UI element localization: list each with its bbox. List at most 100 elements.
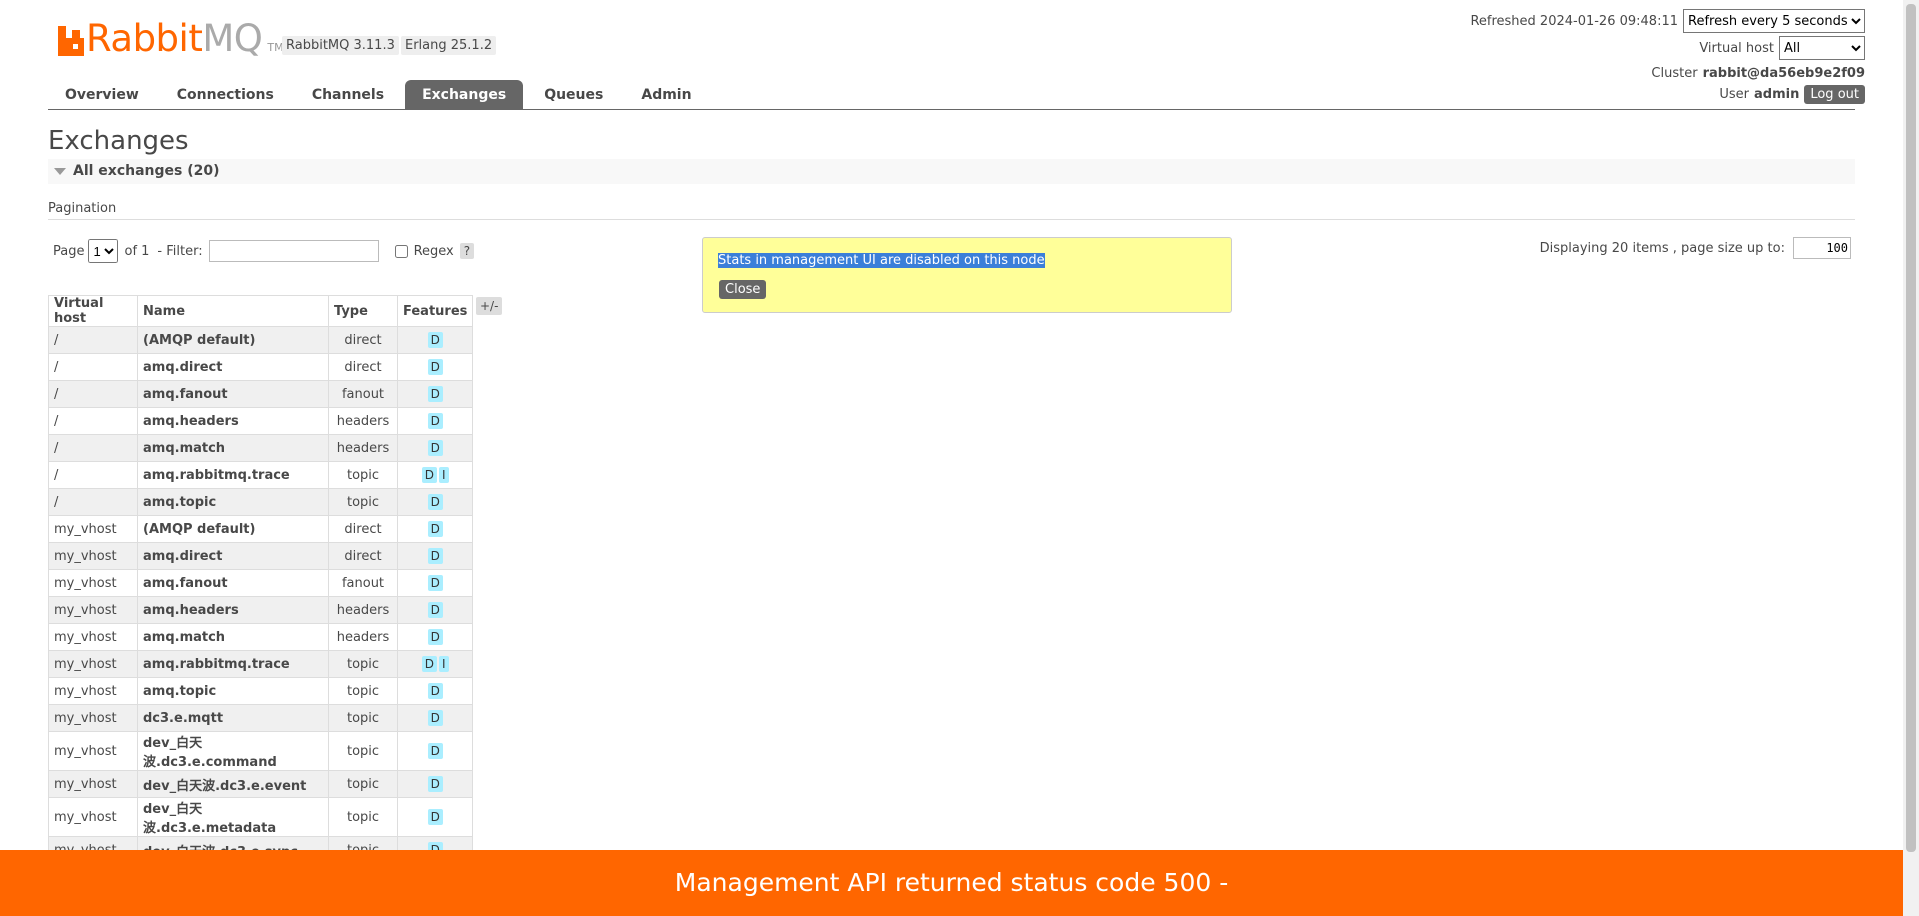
column-header-type[interactable]: Type (328, 295, 398, 327)
tab-channels[interactable]: Channels (295, 80, 401, 110)
tab-overview[interactable]: Overview (48, 80, 156, 110)
table-row[interactable]: my_vhost dev_白天波.dc3.e.metadata topic D (48, 797, 474, 837)
cell-exchange-name-link[interactable]: dev_白天波.dc3.e.command (137, 731, 329, 771)
table-row[interactable]: / amq.fanout fanout D (48, 380, 474, 408)
page-scrollbar[interactable] (1903, 0, 1919, 916)
cell-exchange-name-link[interactable]: amq.headers (137, 407, 329, 435)
table-row[interactable]: my_vhost amq.rabbitmq.trace topic D I (48, 650, 474, 678)
logout-button[interactable]: Log out (1804, 84, 1865, 104)
page-select[interactable]: 1 (88, 239, 119, 263)
stats-disabled-notice: Stats in management UI are disabled on t… (702, 237, 1232, 313)
cell-exchange-name-link[interactable]: amq.rabbitmq.trace (137, 461, 329, 489)
cell-type: topic (328, 461, 398, 489)
cell-type: topic (328, 488, 398, 516)
cell-virtual-host: / (48, 353, 138, 381)
column-header-features[interactable]: Features (396, 295, 474, 327)
cell-exchange-name-link[interactable]: (AMQP default) (137, 515, 329, 543)
cell-features: D (396, 353, 474, 381)
table-row[interactable]: / amq.match headers D (48, 434, 474, 462)
table-row[interactable]: my_vhost dc3.e.mqtt topic D (48, 704, 474, 732)
table-row[interactable]: my_vhost amq.match headers D (48, 623, 474, 651)
table-row[interactable]: / amq.topic topic D (48, 488, 474, 516)
regex-option[interactable]: Regex (394, 243, 454, 259)
pagination-controls: Page 1 of 1 - Filter: Regex ? (53, 239, 475, 263)
cell-virtual-host: / (48, 461, 138, 489)
cell-type: direct (328, 515, 398, 543)
notice-close-button[interactable]: Close (719, 280, 767, 299)
cell-virtual-host: my_vhost (48, 542, 138, 570)
cell-features: D (396, 515, 474, 543)
cell-exchange-name-link[interactable]: amq.topic (137, 488, 329, 516)
user-row: User admin Log out (1470, 84, 1865, 104)
rabbitmq-logo[interactable]: RabbitMQ TM (58, 16, 284, 60)
scrollbar-thumb[interactable] (1906, 4, 1916, 852)
filter-input[interactable] (208, 240, 379, 262)
error-status-banner: Management API returned status code 500 … (0, 850, 1903, 916)
table-row[interactable]: my_vhost amq.headers headers D (48, 596, 474, 624)
cell-features: D (396, 623, 474, 651)
filter-label: - Filter: (157, 243, 203, 259)
cell-exchange-name-link[interactable]: amq.direct (137, 353, 329, 381)
regex-checkbox[interactable] (394, 244, 408, 258)
cell-exchange-name-link[interactable]: amq.match (137, 623, 329, 651)
table-row[interactable]: my_vhost amq.fanout fanout D (48, 569, 474, 597)
cell-exchange-name-link[interactable]: amq.headers (137, 596, 329, 624)
cell-exchange-name-link[interactable]: amq.topic (137, 677, 329, 705)
cell-type: fanout (328, 569, 398, 597)
durable-feature-badge: D (427, 710, 443, 726)
page-size-input[interactable] (1793, 237, 1851, 259)
durable-feature-badge: D (427, 548, 443, 564)
pagination-label: Pagination (48, 201, 117, 216)
cell-exchange-name-link[interactable]: (AMQP default) (137, 326, 329, 354)
cell-type: topic (328, 650, 398, 678)
internal-feature-badge: I (439, 467, 449, 483)
table-row[interactable]: / amq.rabbitmq.trace topic D I (48, 461, 474, 489)
cell-virtual-host: my_vhost (48, 596, 138, 624)
tab-admin[interactable]: Admin (624, 80, 708, 110)
durable-feature-badge: D (427, 743, 443, 759)
durable-feature-badge: D (421, 656, 438, 672)
cell-type: headers (328, 596, 398, 624)
cell-exchange-name-link[interactable]: dev_白天波.dc3.e.event (137, 770, 329, 798)
regex-label: Regex (413, 243, 454, 259)
cell-features: DI (396, 461, 474, 489)
table-row[interactable]: / amq.headers headers D (48, 407, 474, 435)
column-header-virtual-host[interactable]: Virtual host (48, 295, 138, 327)
virtual-host-select[interactable]: All (1779, 36, 1865, 60)
tab-connections[interactable]: Connections (160, 80, 291, 110)
erlang-version-badge: Erlang 25.1.2 (401, 36, 497, 55)
durable-feature-badge: D (427, 332, 443, 348)
cell-exchange-name-link[interactable]: amq.direct (137, 542, 329, 570)
cell-type: direct (328, 542, 398, 570)
user-label: User (1719, 86, 1749, 102)
table-row[interactable]: my_vhost amq.direct direct D (48, 542, 474, 570)
logo-text: RabbitMQ (86, 17, 263, 60)
display-count: Displaying 20 items , page size up to: (1540, 237, 1851, 259)
cell-exchange-name-link[interactable]: amq.rabbitmq.trace (137, 650, 329, 678)
table-row[interactable]: my_vhost amq.topic topic D (48, 677, 474, 705)
cell-exchange-name-link[interactable]: amq.match (137, 434, 329, 462)
cell-exchange-name-link[interactable]: amq.fanout (137, 569, 329, 597)
cell-type: topic (328, 731, 398, 771)
table-row[interactable]: my_vhost (AMQP default) direct D (48, 515, 474, 543)
cell-exchange-name-link[interactable]: dev_白天波.dc3.e.metadata (137, 797, 329, 837)
cell-exchange-name-link[interactable]: amq.fanout (137, 380, 329, 408)
tab-exchanges[interactable]: Exchanges (405, 80, 524, 110)
tab-queues[interactable]: Queues (527, 80, 620, 110)
refresh-interval-select[interactable]: Refresh every 5 seconds (1683, 9, 1865, 33)
table-row[interactable]: my_vhost dev_白天波.dc3.e.command topic D (48, 731, 474, 771)
display-count-text: Displaying 20 items , page size up to: (1539, 240, 1785, 256)
cell-exchange-name-link[interactable]: dc3.e.mqtt (137, 704, 329, 732)
cell-features: D (396, 731, 474, 771)
all-exchanges-section-toggle[interactable]: All exchanges (20) (48, 159, 1855, 184)
table-row[interactable]: / amq.direct direct D (48, 353, 474, 381)
table-row[interactable]: / (AMQP default) direct D (48, 326, 474, 354)
cell-features: D (396, 488, 474, 516)
virtual-host-row: Virtual host All (1470, 36, 1865, 60)
nav-divider (48, 109, 1855, 110)
column-header-name[interactable]: Name (137, 295, 329, 327)
regex-help-button[interactable]: ? (459, 243, 475, 259)
cell-type: topic (328, 704, 398, 732)
table-row[interactable]: my_vhost dev_白天波.dc3.e.event topic D (48, 770, 474, 798)
column-toggle-button[interactable]: +/- (476, 297, 503, 315)
